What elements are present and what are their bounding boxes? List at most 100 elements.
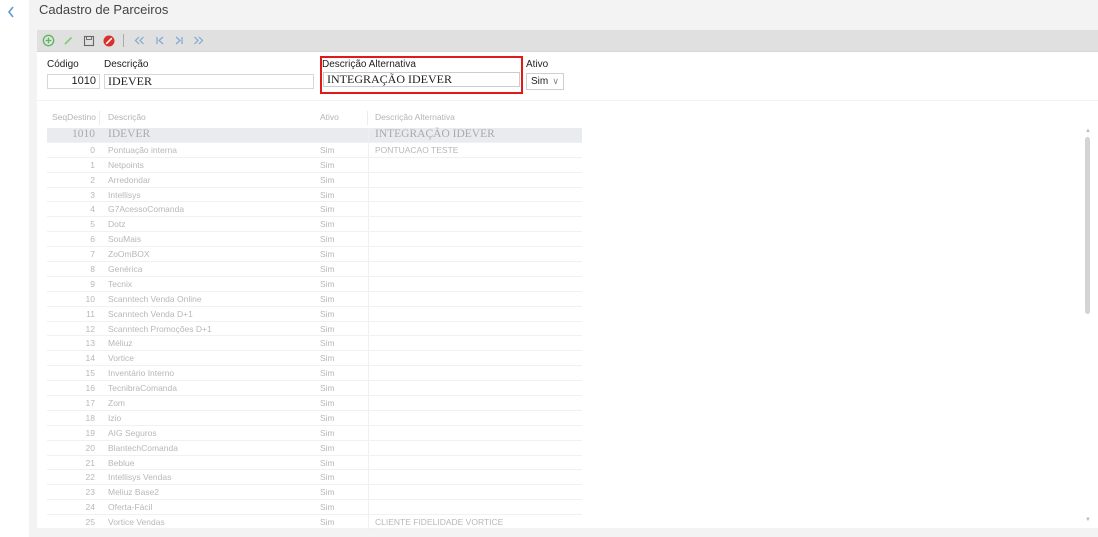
cell-seqdestino: 0 xyxy=(90,144,95,155)
cell-descricao: Dotz xyxy=(108,219,126,230)
scroll-down-icon[interactable]: ▼ xyxy=(1083,517,1093,525)
column-divider xyxy=(368,470,369,485)
table-row[interactable]: 6 SouMais Sim xyxy=(47,232,582,248)
cell-descricao: Genérica xyxy=(108,264,143,275)
cell-descricao: Tecnix xyxy=(108,278,133,289)
column-divider xyxy=(368,381,369,396)
descricao-field[interactable]: IDEVER xyxy=(104,74,314,89)
add-button[interactable] xyxy=(41,33,56,48)
chevron-left-icon[interactable] xyxy=(6,5,20,21)
column-header-ativo[interactable]: Ativo xyxy=(320,112,339,122)
table-row[interactable]: 2 Arredondar Sim xyxy=(47,172,582,188)
column-header-descricao[interactable]: Descrição xyxy=(108,112,146,122)
column-divider xyxy=(367,111,368,125)
table-row[interactable]: 21 Beblue Sim xyxy=(47,455,582,471)
cell-descricao: Vortice xyxy=(108,353,134,364)
codigo-field[interactable]: 1010 xyxy=(47,74,100,89)
column-header-descricao-alternativa[interactable]: Descrição Alternativa xyxy=(375,112,455,122)
table-row[interactable]: 14 Vortice Sim xyxy=(47,351,582,367)
cell-seqdestino: 5 xyxy=(90,219,95,230)
desc-alt-field[interactable]: INTEGRAÇÃO IDEVER xyxy=(323,72,520,87)
cell-ativo: Sim xyxy=(320,293,335,304)
ativo-select[interactable]: Sim ∨ xyxy=(526,73,564,90)
cell-descricao: Scanntech Venda D+1 xyxy=(108,308,193,319)
previous-record-button[interactable] xyxy=(152,33,167,48)
table-row[interactable]: 22 Intellisys Vendas Sim xyxy=(47,470,582,486)
next-record-button[interactable] xyxy=(171,33,186,48)
cancel-button[interactable] xyxy=(101,33,116,48)
cell-descricao: Beblue xyxy=(108,457,135,468)
cell-seqdestino: 1010 xyxy=(72,128,95,140)
cell-ativo: Sim xyxy=(320,442,335,453)
first-record-button[interactable] xyxy=(132,33,147,48)
table-row[interactable]: 1 Netpoints Sim xyxy=(47,157,582,173)
table-row[interactable]: 24 Oferta-Fácil Sim xyxy=(47,500,582,516)
cell-descricao: Meliuz Base2 xyxy=(108,487,160,498)
cell-ativo: Sim xyxy=(320,383,335,394)
cell-descricao: BlantechComanda xyxy=(108,442,178,453)
grid-header: SeqDestino Descrição Ativo Descrição Alt… xyxy=(37,109,597,127)
table-row[interactable]: 5 Dotz Sim xyxy=(47,217,582,233)
column-divider xyxy=(368,232,369,247)
cell-ativo: Sim xyxy=(320,308,335,319)
cell-seqdestino: 4 xyxy=(90,204,95,215)
column-divider xyxy=(368,262,369,276)
cell-seqdestino: 1 xyxy=(90,159,95,170)
table-row[interactable]: 20 BlantechComanda Sim xyxy=(47,440,582,456)
vertical-scrollbar[interactable]: ▲ ▼ xyxy=(1083,128,1093,525)
cell-descricao-alternativa: INTEGRAÇÃO IDEVER xyxy=(375,128,495,140)
cell-seqdestino: 20 xyxy=(85,442,95,453)
table-row[interactable]: 17 Zom Sim xyxy=(47,396,582,411)
last-record-button[interactable] xyxy=(191,33,206,48)
toolbar-separator xyxy=(123,34,124,47)
table-row[interactable]: 4 G7AcessoComanda Sim xyxy=(47,202,582,218)
cell-seqdestino: 19 xyxy=(85,427,95,438)
cell-descricao-alternativa: PONTUACAO TESTE xyxy=(375,144,459,155)
table-row[interactable]: 3 Intellisys Sim xyxy=(47,187,582,203)
table-row[interactable]: 10 Scanntech Venda Online Sim xyxy=(47,291,582,307)
scroll-thumb[interactable] xyxy=(1085,137,1090,314)
cell-seqdestino: 11 xyxy=(86,308,95,319)
column-divider xyxy=(368,336,369,351)
cell-descricao: Vortice Vendas xyxy=(108,517,165,528)
table-row[interactable]: 18 Izio Sim xyxy=(47,410,582,426)
column-divider xyxy=(368,172,369,187)
table-row[interactable]: 9 Tecnix Sim xyxy=(47,276,582,292)
table-row[interactable]: 11 Scanntech Venda D+1 Sim xyxy=(47,306,582,322)
table-row[interactable]: 23 Meliuz Base2 Sim xyxy=(47,485,582,501)
step-right-icon xyxy=(175,36,183,45)
table-row[interactable]: 15 Inventário Interno Sim xyxy=(47,366,582,382)
table-row[interactable]: 25 Vortice Vendas Sim CLIENTE FIDELIDADE VO… xyxy=(47,515,582,531)
form-panel: Código Descrição Descrição Alternativa A… xyxy=(37,52,1098,100)
column-divider xyxy=(368,276,369,291)
cell-seqdestino: 16 xyxy=(85,383,95,394)
cell-ativo: Sim xyxy=(320,427,335,438)
double-left-icon xyxy=(134,36,144,45)
cell-seqdestino: 8 xyxy=(90,264,95,275)
cell-descricao: Izio xyxy=(108,412,122,423)
table-row[interactable]: 8 Genérica Sim xyxy=(47,262,582,277)
cell-descricao: Oferta-Fácil xyxy=(108,502,153,513)
table-row[interactable]: 12 Scanntech Promoções D+1 Sim xyxy=(47,321,582,337)
table-row[interactable]: 16 TecnibraComanda Sim xyxy=(47,381,582,397)
cell-descricao: Arredondar xyxy=(108,174,151,185)
table-row[interactable]: 0 Pontuação interna Sim PONTUACAO TESTE xyxy=(47,142,582,158)
table-row[interactable]: 7 ZoOmBOX Sim xyxy=(47,247,582,263)
ban-icon xyxy=(103,35,114,46)
pencil-icon xyxy=(64,36,73,45)
column-header-seqdestino[interactable]: SeqDestino xyxy=(52,112,96,122)
cell-descricao: Scanntech Promoções D+1 xyxy=(108,323,212,334)
scroll-up-icon[interactable]: ▲ xyxy=(1083,128,1093,136)
edit-button[interactable] xyxy=(61,33,76,48)
grid-body: 1010 IDEVER INTEGRAÇÃO IDEVER 0 Pontuação in… xyxy=(47,128,582,531)
cell-descricao: Pontuação interna xyxy=(108,144,177,155)
table-row[interactable]: 1010 IDEVER INTEGRAÇÃO IDEVER xyxy=(47,128,582,143)
cell-ativo: Sim xyxy=(320,487,335,498)
table-row[interactable]: 13 Méliuz Sim xyxy=(47,336,582,352)
column-divider xyxy=(368,128,369,142)
cell-descricao: Zom xyxy=(108,398,125,409)
column-divider xyxy=(368,440,369,455)
cell-ativo: Sim xyxy=(320,368,335,379)
save-button[interactable] xyxy=(81,33,96,48)
table-row[interactable]: 19 AIG Seguros Sim xyxy=(47,425,582,441)
